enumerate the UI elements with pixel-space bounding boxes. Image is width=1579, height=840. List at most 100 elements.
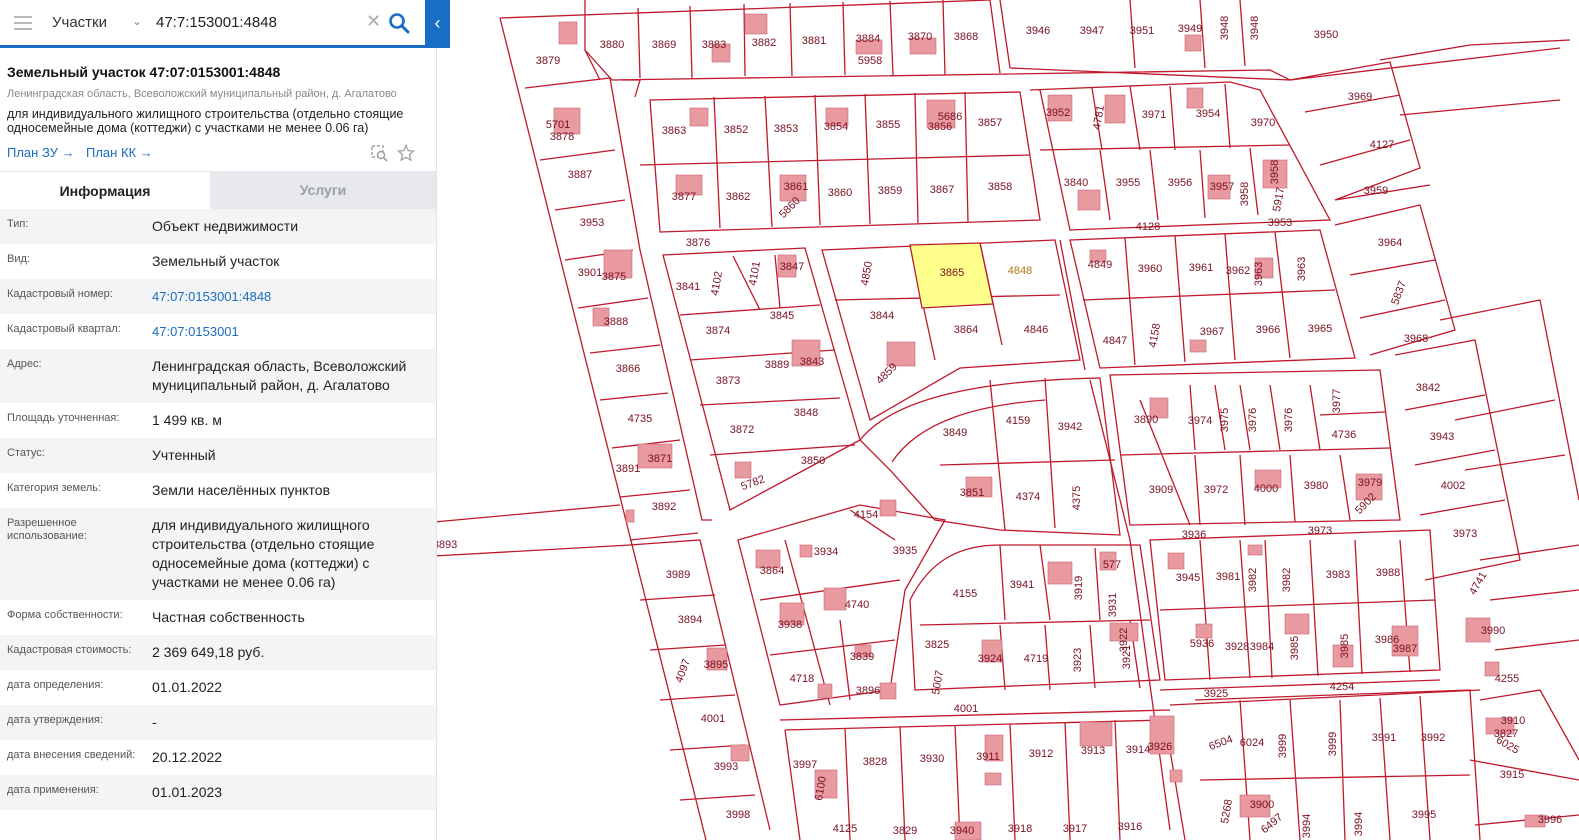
parcel-label: 3883 (702, 39, 726, 51)
property-key: дата внесения сведений: (7, 749, 136, 761)
parcel-label: 3870 (908, 31, 932, 43)
property-key: Категория земель: (7, 482, 102, 494)
parcel-label: 3942 (1058, 421, 1082, 433)
parcel-label: 3909 (1149, 484, 1173, 496)
parcel-label: 4128 (1136, 221, 1160, 233)
parcel-label: 3825 (925, 639, 949, 651)
parcel-label: 3854 (824, 121, 848, 133)
plan-kk-link[interactable]: План КК → (86, 145, 153, 160)
property-row: Площадь уточненная: 1 499 кв. м (0, 403, 436, 438)
parcel-label: 4848 (1008, 265, 1032, 277)
parcel-label: 3960 (1138, 263, 1162, 275)
parcel-label: 3896 (856, 685, 880, 697)
property-key: Кадастровый номер: (7, 288, 113, 300)
layer-select[interactable]: Участки (52, 14, 107, 31)
parcel-label: 3890 (1134, 414, 1158, 426)
parcel-label: 3997 (793, 759, 817, 771)
parcel-label: 3951 (1130, 25, 1154, 37)
parcel-label: 3842 (1416, 382, 1440, 394)
parcel-label: 3856 (928, 121, 952, 133)
property-value: 01.01.2022 (152, 679, 223, 695)
property-key: Тип: (7, 218, 29, 230)
parcel-label: 3974 (1188, 415, 1212, 427)
parcel-label: 3847 (780, 261, 804, 273)
property-value: 20.12.2022 (152, 749, 223, 765)
plan-zu-link[interactable]: План ЗУ → (7, 145, 75, 160)
parcel-label: 3841 (676, 281, 700, 293)
property-row: Кадастровый квартал: 47:07:0153001 (0, 314, 436, 349)
parcel-label: 3958 (1239, 182, 1251, 206)
parcel-label: 3873 (716, 375, 740, 387)
property-key: Вид: (7, 253, 30, 265)
parcel-label: 3915 (1500, 769, 1524, 781)
parcel-label: 3877 (672, 191, 696, 203)
parcel-label: 3852 (724, 124, 748, 136)
parcel-label: 3995 (1412, 809, 1436, 821)
parcel-label: 3891 (616, 463, 640, 475)
tabs: Информация Услуги (0, 171, 436, 210)
parcel-label: 3875 (602, 271, 626, 283)
property-row: дата утверждения: - (0, 705, 436, 740)
close-icon[interactable]: ✕ (366, 11, 381, 32)
chevron-down-icon[interactable]: ⌄ (132, 14, 142, 28)
tab-info[interactable]: Информация (0, 171, 210, 210)
property-link[interactable]: 47:07:0153001 (152, 322, 427, 341)
search-icon[interactable] (388, 12, 410, 34)
object-usage: для индивидуального жилищного строительс… (7, 107, 417, 135)
info-panel: Участки ⌄ 47:7:153001:4848 ✕ ‹ Земельный… (0, 0, 450, 840)
parcel-label: 3940 (950, 825, 974, 837)
menu-icon[interactable] (14, 16, 32, 30)
parcel-label: 4001 (701, 713, 725, 725)
property-row: Кадастровый номер: 47:07:0153001:4848 (0, 279, 436, 314)
parcel-label: 3930 (920, 753, 944, 765)
parcel-label: 3882 (752, 37, 776, 49)
property-key: дата утверждения: (7, 714, 104, 726)
parcel-label: 3868 (954, 31, 978, 43)
parcel-label: 3887 (568, 169, 592, 181)
collapse-panel-button[interactable]: ‹ (425, 0, 450, 48)
parcel-label: 3866 (616, 363, 640, 375)
parcel-label: 3985 (1339, 634, 1351, 658)
parcel-label: 3981 (1216, 571, 1240, 583)
parcel-label: 3998 (726, 809, 750, 821)
parcel-label: 3973 (1453, 528, 1477, 540)
parcel-label: 3994 (1353, 812, 1365, 836)
parcel-label: 3953 (1268, 217, 1292, 229)
parcel-label: 3964 (1378, 237, 1402, 249)
property-link[interactable]: 47:07:0153001:4848 (152, 287, 427, 306)
star-icon[interactable] (397, 144, 415, 162)
property-row: Вид: Земельный участок (0, 244, 436, 279)
parcel-label: 3949 (1178, 23, 1202, 35)
property-value: Учтенный (152, 447, 216, 463)
parcel-label: 3969 (1348, 91, 1372, 103)
parcel-label: 3966 (1256, 324, 1280, 336)
parcel-label: 3889 (765, 359, 789, 371)
parcel-label: 3956 (1168, 177, 1192, 189)
parcel-label: 3843 (800, 356, 824, 368)
parcel-label: 3979 (1358, 477, 1382, 489)
search-input[interactable]: 47:7:153001:4848 (156, 14, 277, 31)
parcel-label: 3867 (930, 184, 954, 196)
parcel-label: 3917 (1063, 823, 1087, 835)
property-key: Площадь уточненная: (7, 412, 120, 424)
parcel-label: 3999 (1277, 734, 1289, 758)
parcel-label: 3858 (988, 181, 1012, 193)
parcel-label: 3901 (578, 267, 602, 279)
parcel-label: 3926 (1148, 741, 1172, 753)
tab-services[interactable]: Услуги (210, 171, 436, 209)
parcel-label: 3849 (943, 427, 967, 439)
parcel-label: 3989 (666, 569, 690, 581)
parcel-label: 3941 (1010, 579, 1034, 591)
parcel-label: 3862 (726, 191, 750, 203)
parcel-label: 3982 (1247, 568, 1259, 592)
parcel-label: 3963 (1253, 262, 1265, 286)
parcel-label: 3948 (1249, 16, 1261, 40)
property-value: - (152, 714, 157, 730)
property-row: дата внесения сведений: 20.12.2022 (0, 740, 436, 775)
parcel-label: 3884 (856, 33, 880, 45)
parcel-label: 3968 (1404, 333, 1428, 345)
parcel-label: 3983 (1326, 569, 1350, 581)
property-value: 01.01.2023 (152, 784, 223, 800)
zoom-to-object-icon[interactable] (370, 144, 388, 162)
property-row: Адрес: Ленинградская область, Всеволожски… (0, 349, 436, 403)
